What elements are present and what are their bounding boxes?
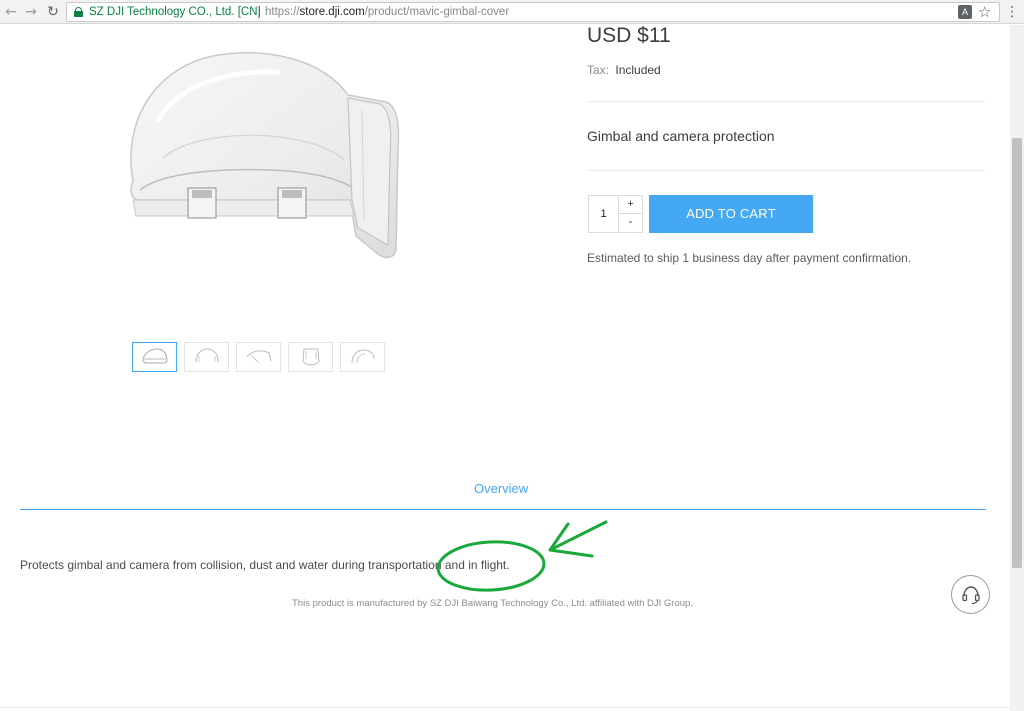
divider [587,170,985,171]
site-identity[interactable]: SZ DJI Technology CO., Ltd. [CN] [89,5,261,20]
reload-icon[interactable]: ↻ [44,3,62,21]
address-url[interactable]: https://store.dji.com/product/mavic-gimb… [265,5,509,20]
tax-info: Tax: Included [587,63,661,77]
product-main-image [118,40,408,280]
menu-icon[interactable]: ⋮ [1005,4,1019,20]
quantity-input[interactable]: 1 [589,196,619,232]
thumbnail-3[interactable] [236,342,281,372]
quantity-decrease-button[interactable]: - [619,214,642,232]
thumbnail-5[interactable] [340,342,385,372]
thumbnail-1[interactable] [132,342,177,372]
support-button[interactable] [951,575,990,614]
scrollbar-thumb[interactable] [1012,138,1022,568]
page-scrollbar[interactable] [1010,25,1024,711]
star-icon[interactable]: ☆ [978,3,991,21]
address-separator [258,6,259,19]
thumbnail-2[interactable] [184,342,229,372]
url-host: store.dji.com [299,6,365,18]
address-bar[interactable]: SZ DJI Technology CO., Ltd. [CN] https:/… [66,2,1000,22]
product-price: USD $11 [587,24,671,47]
manufacturer-note: This product is manufactured by SZ DJI B… [292,598,693,609]
shipping-estimate: Estimated to ship 1 business day after p… [587,251,912,265]
url-scheme: https:// [265,6,300,18]
footer-divider [0,707,1010,708]
browser-toolbar: ← → ↻ SZ DJI Technology CO., Ltd. [CN] h… [0,0,1024,24]
translate-icon[interactable]: A [958,5,972,19]
add-to-cart-button[interactable]: ADD TO CART [649,195,813,233]
tab-overview[interactable]: Overview [474,481,528,496]
url-path: /product/mavic-gimbal-cover [364,6,510,18]
quantity-stepper: 1 + - [588,195,643,233]
annotation-overlay [430,512,620,602]
quantity-increase-button[interactable]: + [619,196,642,214]
product-short-description: Gimbal and camera protection [587,128,775,144]
lock-icon [74,7,83,17]
back-arrow-icon[interactable]: ← [2,3,20,21]
forward-arrow-icon[interactable]: → [22,3,40,21]
tab-underline [20,509,986,510]
divider [587,101,985,102]
tax-value: Included [615,63,661,77]
tax-label: Tax: [587,63,610,77]
thumbnail-4[interactable] [288,342,333,372]
headset-icon [962,586,980,605]
annotation-arrow-shaft [550,520,608,551]
overview-description: Protects gimbal and camera from collisio… [20,558,510,572]
annotation-arrow-head [548,522,594,558]
